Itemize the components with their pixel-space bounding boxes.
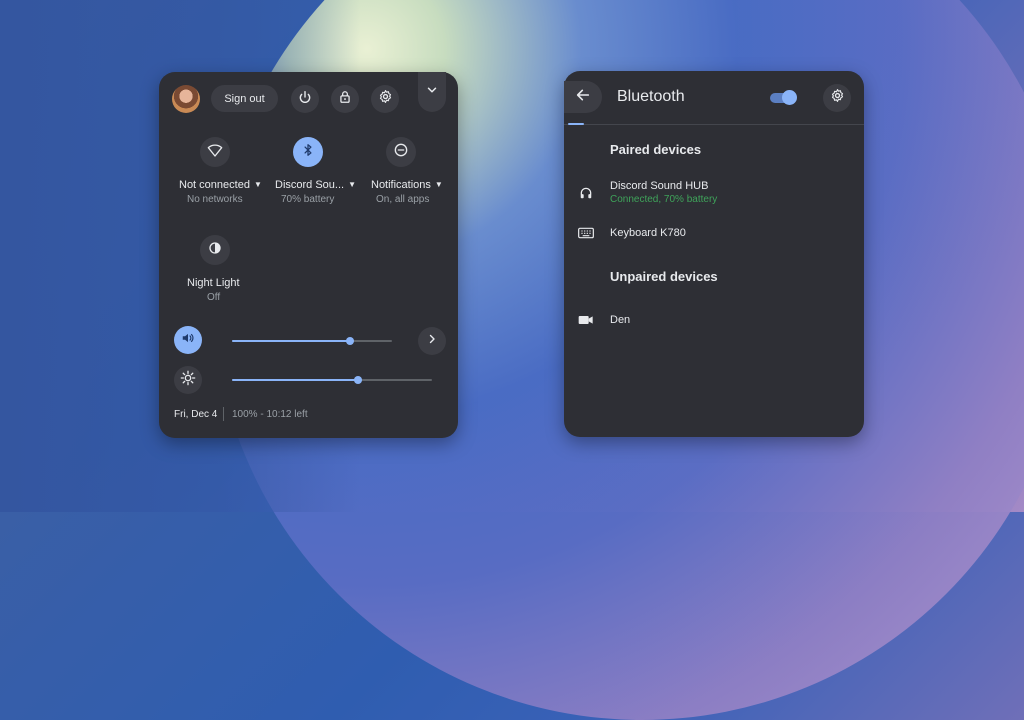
- bluetooth-panel: Bluetooth Paired devices Discord Sound H…: [564, 71, 864, 437]
- keyboard-icon: [578, 225, 594, 241]
- bluetooth-settings-button[interactable]: [823, 84, 851, 112]
- footer-divider: [223, 407, 224, 421]
- sign-out-button[interactable]: Sign out: [211, 85, 278, 112]
- dropdown-caret-icon: ▼: [434, 180, 443, 189]
- network-tile-status: No networks: [187, 194, 243, 205]
- page-title: Bluetooth: [617, 88, 685, 105]
- date-label[interactable]: Fri, Dec 4: [174, 409, 217, 420]
- dropdown-caret-icon: ▼: [253, 180, 262, 189]
- volume-slider-thumb[interactable]: [346, 337, 355, 345]
- collapse-button[interactable]: [418, 72, 446, 112]
- header-progress-indicator: [568, 123, 584, 125]
- brightness-slider-thumb[interactable]: [354, 376, 362, 384]
- notifications-tile-label[interactable]: Notifications ▼: [371, 179, 443, 191]
- audio-settings-button[interactable]: [418, 327, 446, 355]
- wifi-off-icon: [207, 142, 223, 163]
- chevron-right-icon: [426, 332, 438, 350]
- bluetooth-tile-status: 70% battery: [281, 194, 335, 205]
- notifications-tile-button[interactable]: [386, 137, 416, 167]
- video-camera-icon: [578, 312, 594, 328]
- volume-slider[interactable]: [232, 337, 392, 345]
- dropdown-caret-icon: ▼: [348, 180, 357, 189]
- power-icon: [298, 90, 312, 109]
- device-status: Connected, 70% battery: [610, 194, 718, 205]
- volume-slider-fill: [232, 340, 351, 342]
- gear-icon: [378, 89, 393, 109]
- mute-button[interactable]: [174, 326, 202, 354]
- night-light-tile-label[interactable]: Night Light: [187, 277, 240, 289]
- bluetooth-icon: [301, 143, 315, 162]
- night-light-tile-status: Off: [207, 292, 221, 303]
- bluetooth-tile-label[interactable]: Discord Sou... ▼: [275, 179, 356, 191]
- do-not-disturb-icon: [393, 142, 409, 163]
- device-name[interactable]: Discord Sound HUB: [610, 180, 708, 192]
- device-name[interactable]: Den: [610, 314, 630, 326]
- back-button[interactable]: [564, 81, 602, 113]
- network-tile-button[interactable]: [200, 137, 230, 167]
- battery-status[interactable]: 100% - 10:12 left: [232, 409, 308, 420]
- bluetooth-toggle-knob[interactable]: [782, 90, 797, 105]
- settings-button[interactable]: [371, 85, 399, 113]
- night-light-tile-button[interactable]: [200, 235, 230, 265]
- arrow-back-icon: [575, 87, 591, 108]
- header-divider: [564, 124, 864, 125]
- chevron-down-icon: [425, 83, 439, 102]
- gear-icon: [830, 88, 845, 108]
- brightness-icon: [180, 370, 196, 391]
- night-light-icon: [207, 240, 223, 261]
- volume-icon: [181, 331, 195, 350]
- paired-devices-heading: Paired devices: [610, 142, 702, 157]
- brightness-button: [174, 366, 202, 394]
- brightness-slider[interactable]: [232, 376, 432, 384]
- power-button[interactable]: [291, 85, 319, 113]
- unpaired-devices-heading: Unpaired devices: [610, 269, 718, 284]
- network-tile-label[interactable]: Not connected ▼: [179, 179, 262, 191]
- notifications-tile-status: On, all apps: [376, 194, 430, 205]
- quick-settings-panel: Sign out Not connected ▼ No networks Disc…: [159, 72, 458, 438]
- lock-button[interactable]: [331, 85, 359, 113]
- bluetooth-tile-button[interactable]: [293, 137, 323, 167]
- lock-icon: [338, 90, 352, 109]
- avatar[interactable]: [172, 85, 200, 113]
- headphones-icon: [578, 185, 594, 201]
- brightness-slider-fill: [232, 379, 358, 381]
- device-name[interactable]: Keyboard K780: [610, 227, 686, 239]
